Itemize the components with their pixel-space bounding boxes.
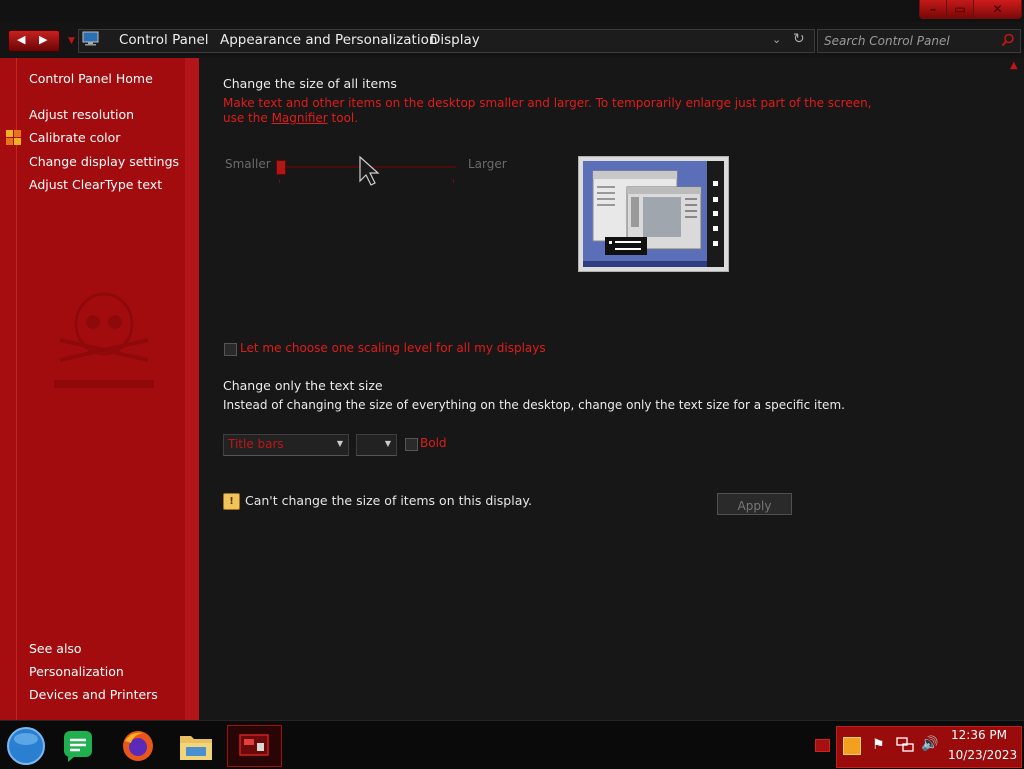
show-hidden-icons-icon[interactable] <box>815 739 830 752</box>
scaling-checkbox[interactable] <box>224 343 237 356</box>
back-forward-buttons: ◀ ▶ <box>8 30 60 52</box>
close-button[interactable]: ✕ <box>973 0 1022 19</box>
magnifier-link[interactable]: Magnifier <box>272 111 328 125</box>
skull-watermark-icon <box>54 292 154 388</box>
item-select[interactable]: Title bars ▼ <box>223 434 349 456</box>
sidebar-devices-printers[interactable]: Devices and Printers <box>29 687 158 702</box>
sidebar-adjust-resolution[interactable]: Adjust resolution <box>29 107 134 122</box>
see-also-heading: See also <box>29 641 82 656</box>
bold-checkbox[interactable] <box>405 438 418 451</box>
font-size-select[interactable]: ▼ <box>356 434 397 456</box>
forward-arrow-icon[interactable]: ▶ <box>39 33 47 46</box>
control-panel-app-icon <box>239 734 269 756</box>
window-title-bar <box>0 0 1024 23</box>
refresh-icon[interactable]: ↻ <box>793 31 805 47</box>
taskbar-control-panel-button[interactable] <box>227 725 282 767</box>
larger-label: Larger <box>468 157 507 171</box>
firefox-icon[interactable] <box>119 727 157 765</box>
bold-label[interactable]: Bold <box>420 436 447 450</box>
page-title: Change the size of all items <box>223 76 397 91</box>
scaling-checkbox-label[interactable]: Let me choose one scaling level for all … <box>240 341 546 355</box>
text-size-heading: Change only the text size <box>223 378 383 393</box>
clock-time[interactable]: 12:36 PM <box>951 728 1007 742</box>
minimize-button[interactable]: – <box>919 0 947 19</box>
network-icon[interactable] <box>896 737 914 753</box>
messages-icon[interactable] <box>60 728 96 764</box>
description-tool: tool. <box>327 111 359 125</box>
chevron-down-icon: ▼ <box>336 439 343 448</box>
file-explorer-icon[interactable] <box>177 728 215 764</box>
slider-tick-max <box>453 179 454 183</box>
breadcrumb-display[interactable]: Display <box>430 32 480 48</box>
sidebar-personalization[interactable]: Personalization <box>29 664 124 679</box>
description-line-1: Make text and other items on the desktop… <box>223 96 872 110</box>
search-icon[interactable] <box>1001 33 1015 47</box>
sidebar-calibrate-color[interactable]: Calibrate color <box>29 130 120 145</box>
clock-date[interactable]: 10/23/2023 <box>948 748 1017 762</box>
start-orb-icon[interactable] <box>5 725 47 767</box>
volume-icon[interactable]: 🔊 <box>921 736 938 752</box>
calibrate-color-icon <box>6 130 21 145</box>
sidebar-edge <box>185 58 199 720</box>
apply-button[interactable]: Apply <box>717 493 792 515</box>
sidebar-adjust-cleartype[interactable]: Adjust ClearType text <box>29 177 162 192</box>
description-line-2: use the Magnifier tool. <box>223 111 358 125</box>
address-dropdown-icon[interactable]: ⌄ <box>772 33 781 46</box>
flag-icon[interactable]: ⚑ <box>872 737 885 753</box>
search-input[interactable] <box>824 33 994 48</box>
mouse-cursor-icon <box>359 155 380 186</box>
item-select-value: Title bars <box>228 437 284 451</box>
search-box <box>817 29 1021 53</box>
warning-icon: ! <box>223 493 240 510</box>
chevron-down-icon: ▼ <box>384 439 391 448</box>
slider-thumb[interactable] <box>276 160 286 175</box>
description-use: use the <box>223 111 272 125</box>
display-preview-image <box>578 156 729 272</box>
sidebar-change-display-settings[interactable]: Change display settings <box>29 154 179 169</box>
warning-message: Can't change the size of items on this d… <box>245 493 532 508</box>
slider-tick-min <box>279 179 280 183</box>
scroll-indicator-icon[interactable]: ▲ <box>1010 60 1018 71</box>
breadcrumb-control-panel[interactable]: Control Panel <box>119 32 209 48</box>
sidebar-control-panel-home[interactable]: Control Panel Home <box>29 71 153 86</box>
control-panel-icon <box>82 31 99 46</box>
maximize-button[interactable]: ▭ <box>946 0 974 19</box>
back-arrow-icon[interactable]: ◀ <box>17 33 25 46</box>
tray-app-icon[interactable] <box>843 737 861 755</box>
recent-pages-dropdown-icon[interactable]: ▼ <box>68 36 75 46</box>
text-size-description: Instead of changing the size of everythi… <box>223 398 845 412</box>
breadcrumb-appearance[interactable]: Appearance and Personalization <box>220 32 437 48</box>
smaller-label: Smaller <box>225 157 271 171</box>
